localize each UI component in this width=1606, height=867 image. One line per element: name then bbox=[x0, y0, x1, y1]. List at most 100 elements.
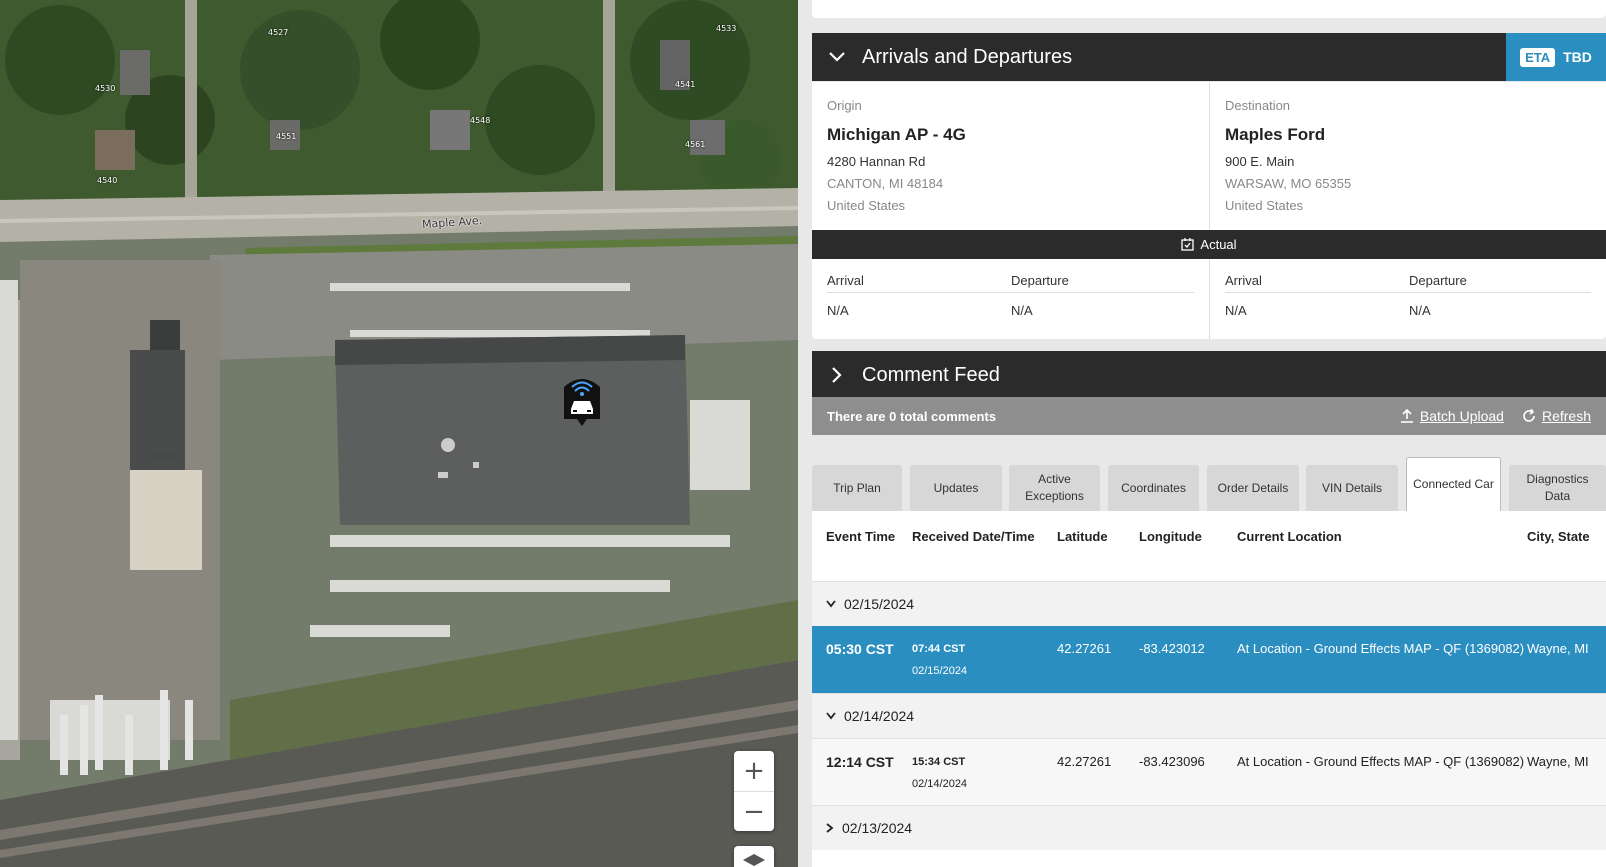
destination-block: Destination Maples Ford 900 E. Main WARS… bbox=[1209, 82, 1606, 230]
origin-actual-times: Arrival Departure N/A N/A bbox=[812, 259, 1209, 339]
layers-icon bbox=[743, 854, 765, 866]
header-longitude[interactable]: Longitude bbox=[1139, 526, 1237, 581]
arrival-header: Arrival bbox=[1225, 273, 1262, 288]
location-cell: At Location - Ground Effects MAP - QF (1… bbox=[1237, 754, 1525, 769]
table-header: Event Time Received Date/Time Latitude L… bbox=[812, 511, 1606, 581]
destination-country: United States bbox=[1225, 198, 1304, 213]
city-state-cell: Wayne, MI bbox=[1527, 754, 1589, 769]
tab-coordinates[interactable]: Coordinates bbox=[1108, 465, 1199, 511]
event-time-cell: 12:14 CST bbox=[826, 754, 894, 770]
zoom-in-button[interactable]: + bbox=[734, 751, 774, 791]
longitude-cell: -83.423012 bbox=[1139, 641, 1205, 656]
tab-connected-car[interactable]: Connected Car bbox=[1406, 457, 1501, 511]
batch-upload-link[interactable]: Batch Upload bbox=[1400, 408, 1504, 424]
chevron-down-icon bbox=[829, 52, 845, 62]
received-cell: 15:34 CST 02/14/2024 bbox=[912, 751, 1057, 805]
city-state-cell: Wayne, MI bbox=[1527, 641, 1589, 656]
destination-street: 900 E. Main bbox=[1225, 154, 1295, 169]
tab-active-exceptions[interactable]: Active Exceptions bbox=[1009, 465, 1100, 511]
section-title: Arrivals and Departures bbox=[862, 45, 1073, 68]
map-view[interactable]: Maple Ave. 4527 4530 4551 4540 4548 4533… bbox=[0, 0, 798, 867]
received-date: 02/15/2024 bbox=[912, 665, 968, 677]
tab-diagnostics-data[interactable]: Diagnostics Data bbox=[1509, 465, 1606, 511]
house-number-label: 4548 bbox=[470, 116, 491, 125]
chevron-right-icon bbox=[826, 823, 834, 833]
origin-name: Michigan AP - 4G bbox=[827, 125, 966, 144]
arrival-header: Arrival bbox=[827, 273, 864, 288]
satellite-imagery bbox=[0, 0, 798, 867]
actual-label: Actual bbox=[1200, 237, 1237, 252]
house-number-label: 4540 bbox=[97, 176, 118, 185]
origin-block: Origin Michigan AP - 4G 4280 Hannan Rd C… bbox=[812, 82, 1209, 230]
origin-country: United States bbox=[827, 198, 906, 213]
tab-vin-details[interactable]: VIN Details bbox=[1306, 465, 1398, 511]
house-number-label: 4530 bbox=[95, 84, 116, 93]
house-number-label: 4527 bbox=[268, 28, 289, 37]
departure-header: Departure bbox=[1011, 273, 1069, 288]
location-cell: At Location - Ground Effects MAP - QF (1… bbox=[1237, 641, 1525, 656]
actual-bar: Actual bbox=[812, 230, 1606, 259]
building-number-label: 39115 bbox=[150, 452, 176, 461]
received-time: 15:34 CST bbox=[912, 756, 966, 768]
latitude-cell: 42.27261 bbox=[1057, 754, 1112, 769]
eta-value: TBD bbox=[1563, 49, 1592, 65]
header-city-state[interactable]: City, State bbox=[1527, 526, 1606, 581]
tab-order-details[interactable]: Order Details bbox=[1207, 465, 1299, 511]
house-number-label: 4561 bbox=[685, 140, 706, 149]
received-date: 02/14/2024 bbox=[912, 778, 968, 790]
comment-toolbar: There are 0 total comments Batch Upload … bbox=[812, 397, 1606, 435]
house-number-label: 4533 bbox=[716, 24, 737, 33]
connected-car-table: Event Time Received Date/Time Latitude L… bbox=[812, 511, 1606, 867]
batch-upload-label: Batch Upload bbox=[1419, 408, 1504, 424]
origin-label: Origin bbox=[827, 98, 862, 113]
destination-city: WARSAW, MO 65355 bbox=[1225, 176, 1352, 191]
received-time: 07:44 CST bbox=[912, 643, 966, 655]
longitude-cell: -83.423096 bbox=[1139, 754, 1205, 769]
calendar-check-icon bbox=[1181, 238, 1195, 251]
event-time-cell: 05:30 CST bbox=[826, 641, 894, 657]
date-group-toggle[interactable]: 02/13/2024 bbox=[812, 805, 1606, 850]
table-row[interactable]: 05:30 CST 07:44 CST 02/15/2024 42.27261 … bbox=[812, 626, 1606, 693]
destination-name: Maples Ford bbox=[1225, 125, 1326, 144]
map-layers-button[interactable] bbox=[734, 846, 774, 867]
details-panel: Arrivals and Departures ETA TBD Origin M… bbox=[798, 0, 1606, 867]
departure-value: N/A bbox=[1409, 303, 1431, 318]
group-date: 02/13/2024 bbox=[842, 820, 913, 836]
comment-feed-header[interactable]: Comment Feed bbox=[812, 351, 1606, 399]
arrival-value: N/A bbox=[1225, 303, 1247, 318]
departure-header: Departure bbox=[1409, 273, 1467, 288]
section-title: Comment Feed bbox=[862, 363, 1000, 386]
house-number-label: 4541 bbox=[675, 80, 696, 89]
group-date: 02/14/2024 bbox=[844, 708, 915, 724]
house-number-label: 4551 bbox=[276, 132, 297, 141]
chevron-down-icon bbox=[826, 600, 836, 608]
header-event-time[interactable]: Event Time bbox=[812, 526, 912, 581]
arrival-value: N/A bbox=[827, 303, 849, 318]
group-date: 02/15/2024 bbox=[844, 596, 915, 612]
refresh-icon bbox=[1523, 409, 1535, 422]
arrivals-departures-body: Origin Michigan AP - 4G 4280 Hannan Rd C… bbox=[812, 82, 1606, 339]
comment-count: There are 0 total comments bbox=[827, 408, 997, 424]
received-cell: 07:44 CST 02/15/2024 bbox=[912, 638, 1057, 693]
date-group-toggle[interactable]: 02/14/2024 bbox=[812, 693, 1606, 738]
header-latitude[interactable]: Latitude bbox=[1057, 526, 1139, 581]
detail-tabs: Trip Plan Updates Active Exceptions Coor… bbox=[812, 457, 1606, 511]
tab-updates[interactable]: Updates bbox=[910, 465, 1002, 511]
header-received[interactable]: Received Date/Time bbox=[912, 526, 1057, 581]
header-location[interactable]: Current Location bbox=[1237, 526, 1527, 581]
eta-label: ETA bbox=[1520, 47, 1556, 67]
refresh-link[interactable]: Refresh bbox=[1522, 408, 1591, 424]
chevron-right-icon bbox=[832, 367, 842, 383]
arrivals-departures-header[interactable]: Arrivals and Departures ETA TBD bbox=[812, 33, 1606, 81]
tab-trip-plan[interactable]: Trip Plan bbox=[812, 465, 902, 511]
destination-actual-times: Arrival Departure N/A N/A bbox=[1209, 259, 1606, 339]
previous-card bbox=[812, 0, 1606, 18]
connected-car-marker-icon[interactable] bbox=[561, 373, 603, 429]
date-group-toggle[interactable]: 02/15/2024 bbox=[812, 581, 1606, 626]
origin-street: 4280 Hannan Rd bbox=[827, 154, 926, 169]
table-row[interactable]: 12:14 CST 15:34 CST 02/14/2024 42.27261 … bbox=[812, 738, 1606, 805]
eta-badge: ETA TBD bbox=[1506, 33, 1606, 81]
latitude-cell: 42.27261 bbox=[1057, 641, 1112, 656]
zoom-out-button[interactable]: − bbox=[734, 791, 774, 831]
origin-city: CANTON, MI 48184 bbox=[827, 176, 944, 191]
